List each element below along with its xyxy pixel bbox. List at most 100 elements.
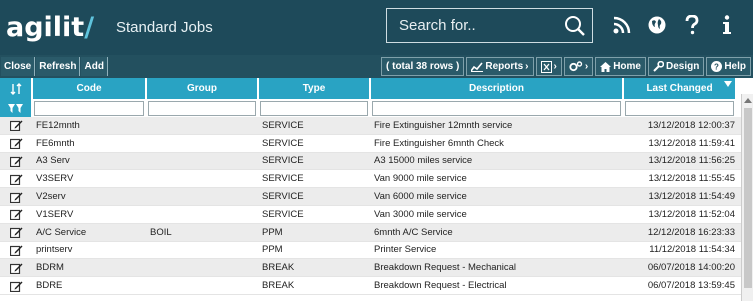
scroll-up-arrow-icon[interactable] [742,94,753,106]
cell-last-changed: 13/12/2018 11:54:49 [648,191,735,203]
cell-last-changed: 11/12/2018 11:54:34 [649,244,735,256]
column-header-code[interactable]: Code [33,78,147,99]
table-row[interactable]: BDRE BREAK Breakdown Request - Electrica… [0,277,753,295]
gears-icon [569,61,583,72]
column-header-type[interactable]: Type [259,78,371,99]
sort-desc-icon [724,81,732,87]
table-row[interactable]: FE12mnth SERVICE Fire Extinguisher 12mnt… [0,117,753,135]
filter-type-input[interactable] [260,100,368,116]
search-icon[interactable] [558,9,592,43]
filter-group-input[interactable] [148,100,256,116]
sort-arrows-icon [10,82,21,95]
cell-last-changed: 13/12/2018 11:52:04 [648,208,735,220]
cell-type: BREAK [262,280,295,292]
cell-type: PPM [262,226,283,238]
edit-icon[interactable] [0,173,33,185]
cell-type: SERVICE [262,173,304,185]
cell-last-changed: 06/07/2018 14:00:20 [647,262,735,274]
svg-text:?: ? [714,63,719,72]
cell-last-changed: 13/12/2018 11:55:45 [648,173,735,185]
cell-code: BDRM [36,262,64,274]
cell-code: BDRE [36,280,63,292]
filter-description-input[interactable] [372,100,621,116]
cell-group: BOIL [150,226,172,238]
home-button[interactable]: Home [595,57,646,76]
jobs-grid: Code Group Type Description Last Changed [0,78,753,295]
table-row[interactable]: BDRM BREAK Breakdown Request - Mechanica… [0,259,753,278]
design-button[interactable]: Design [647,57,705,76]
table-row[interactable]: printserv PPM Printer Service 11/12/2018… [0,241,753,260]
scrollbar-thumb[interactable] [744,108,752,288]
edit-icon[interactable] [0,191,33,203]
cell-description: A3 15000 miles service [374,155,473,167]
export-button[interactable]: › [535,57,562,76]
help-button[interactable]: ? Help [706,57,751,76]
help-label: Help [724,61,746,72]
info-icon[interactable] [715,13,739,37]
chart-icon [471,61,484,72]
filter-last-changed-input[interactable] [625,100,734,116]
cell-code: A3 Serv [36,155,70,167]
filter-icon [7,103,23,113]
app-header: agilit/ Standard Jobs Search for.. [0,0,753,55]
cell-last-changed: 13/12/2018 11:59:41 [648,137,735,149]
cell-type: SERVICE [262,208,304,220]
row-count: ( total 38 rows ) [381,57,465,76]
excel-icon [540,60,552,73]
chevron-right-icon: › [525,61,529,72]
table-body: FE12mnth SERVICE Fire Extinguisher 12mnt… [0,117,753,295]
sort-toggle[interactable] [0,78,33,99]
settings-button[interactable]: › [563,57,594,76]
cell-type: SERVICE [262,191,304,203]
cell-last-changed: 06/07/2018 13:59:45 [647,280,735,292]
edit-icon[interactable] [0,244,33,256]
reports-button[interactable]: Reports › [466,57,534,76]
search-input[interactable]: Search for.. [386,8,593,43]
table-row[interactable]: A/C Service BOIL PPM 6mnth A/C Service 1… [0,223,753,242]
chevron-right-icon: › [584,61,589,72]
edit-icon[interactable] [0,226,33,239]
filter-row [0,99,753,117]
column-header-group[interactable]: Group [147,78,259,99]
rss-icon[interactable] [610,13,634,37]
filter-code-input[interactable] [34,100,144,116]
column-header-last-changed[interactable]: Last Changed [624,78,737,99]
add-button[interactable]: Add [81,57,108,76]
cell-last-changed: 12/12/2018 16:23:33 [647,226,735,238]
column-header-description[interactable]: Description [371,78,624,99]
table-row[interactable]: V2serv SERVICE Van 6000 mile service 13/… [0,188,753,206]
cell-code: V1SERV [36,208,74,220]
edit-icon[interactable] [0,262,33,274]
edit-icon[interactable] [0,155,33,167]
cell-last-changed: 13/12/2018 12:00:37 [647,119,735,131]
cell-code: V3SERV [36,173,74,185]
table-row[interactable]: FE6mnth SERVICE Fire Extinguisher 6mnth … [0,134,753,153]
filter-toggle[interactable] [0,99,33,117]
close-button[interactable]: Close [1,57,36,76]
edit-icon[interactable] [0,119,33,132]
cell-type: SERVICE [262,119,304,131]
edit-icon[interactable] [0,208,33,221]
vertical-scrollbar[interactable] [741,94,753,301]
logo: agilit/ [6,12,95,43]
cell-description: Van 9000 mile service [374,173,467,185]
cell-description: Fire Extinguisher 6mnth Check [374,137,504,149]
page-title: Standard Jobs [116,19,213,36]
refresh-button[interactable]: Refresh [36,57,81,76]
table-row[interactable]: V3SERV SERVICE Van 9000 mile service 13/… [0,170,753,189]
wrench-icon [653,61,664,72]
cell-description: Fire Extinguisher 12mnth service [374,119,513,131]
app-window: agilit/ Standard Jobs Search for.. Close… [0,0,753,301]
table-row[interactable]: A3 Serv SERVICE A3 15000 miles service 1… [0,152,753,171]
cell-code: A/C Service [36,226,87,238]
edit-icon[interactable] [0,137,33,150]
help-icon[interactable] [680,13,704,37]
globe-icon[interactable] [645,13,669,37]
reports-label: Reports [485,61,524,72]
search-placeholder: Search for.. [399,17,476,34]
home-icon [600,61,612,72]
cell-type: BREAK [262,262,295,274]
table-row[interactable]: V1SERV SERVICE Van 3000 mile service 13/… [0,205,753,224]
edit-icon[interactable] [0,280,33,292]
cell-description: 6mnth A/C Service [374,226,453,238]
